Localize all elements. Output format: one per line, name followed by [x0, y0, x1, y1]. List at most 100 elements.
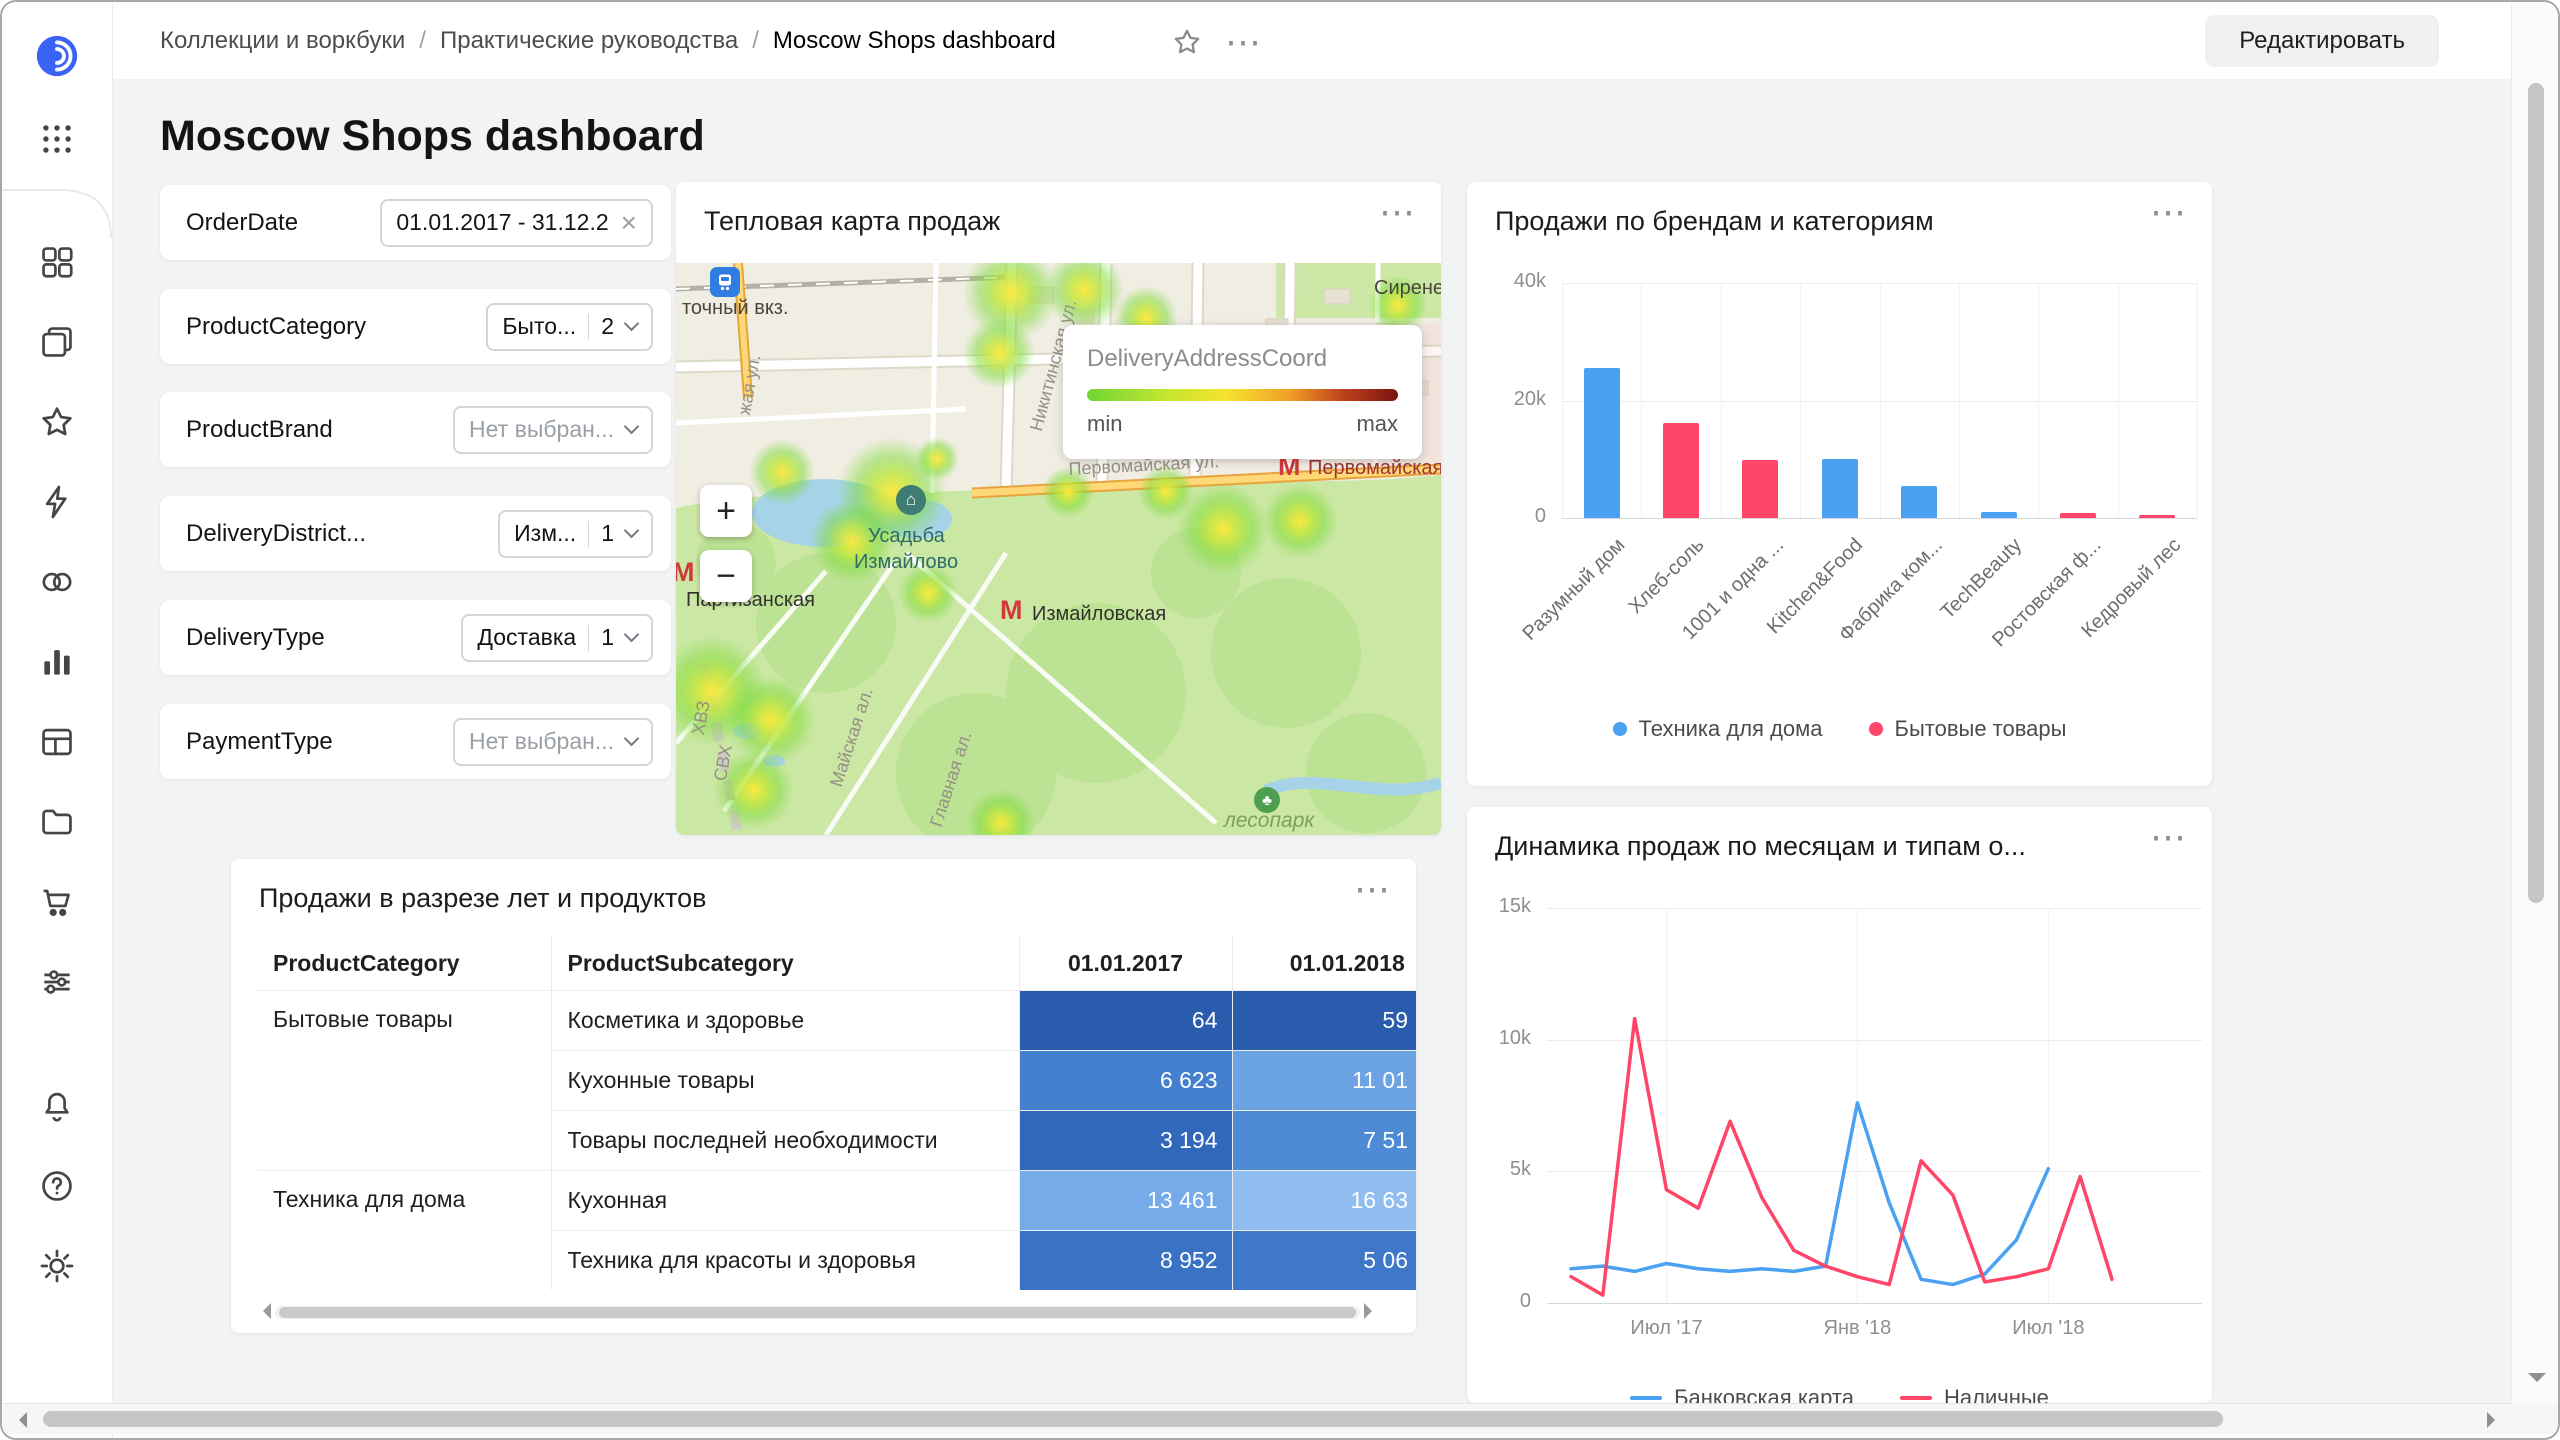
- legend-label: Техника для дома: [1638, 716, 1823, 741]
- filter-delivery-type: DeliveryType Доставка 1: [160, 600, 671, 675]
- filter-product-category: ProductCategory Быто... 2: [160, 289, 671, 364]
- legend-item[interactable]: Банковская карта: [1630, 1385, 1854, 1403]
- bar-segment[interactable]: [1821, 459, 1858, 518]
- dashboards-icon[interactable]: [35, 240, 79, 284]
- pivot-table: ProductCategory ProductSubcategory 01.01.2…: [256, 936, 1416, 1291]
- chart-menu-icon[interactable]: ⋯: [1354, 871, 1392, 907]
- orderdate-value: 01.01.2017 - 31.12.2: [396, 209, 609, 235]
- table-scroll-left-icon[interactable]: [255, 1303, 271, 1319]
- charts-icon[interactable]: [35, 640, 79, 684]
- bar-plot-area: 0 20k 40k Разумный дом Хлеб-соль 1001 и одна …: [1467, 182, 2212, 786]
- preferences-gear-icon[interactable]: [35, 1244, 79, 1288]
- bar-segment[interactable]: [1583, 368, 1620, 518]
- datalens-logo[interactable]: [35, 34, 79, 78]
- zoom-out-button[interactable]: −: [700, 550, 752, 602]
- y-axis-tick: 15k: [1498, 895, 1531, 917]
- notifications-icon[interactable]: [35, 1084, 79, 1128]
- settings-sliders-icon[interactable]: [35, 960, 79, 1004]
- table-scroll-right-icon[interactable]: [1364, 1303, 1380, 1319]
- product-brand-select[interactable]: Нет выбран...: [453, 405, 653, 454]
- select-placeholder: Нет выбран...: [469, 416, 614, 442]
- filter-orderdate: OrderDate 01.01.2017 - 31.12.2 ×: [160, 185, 671, 260]
- delivery-district-select[interactable]: Изм... 1: [498, 509, 653, 558]
- bar-segment[interactable]: [2059, 513, 2096, 518]
- bar-segment[interactable]: [1663, 423, 1700, 518]
- legend-swatch: [1868, 722, 1883, 736]
- value-cell: 64: [1018, 989, 1233, 1051]
- line-series[interactable]: [1569, 1016, 2114, 1297]
- bar-chart-card: Продажи по брендам и категориям ⋯ 0 20k 40…: [1467, 182, 2212, 786]
- divider: [588, 624, 590, 651]
- column-header[interactable]: ProductSubcategory: [550, 936, 1020, 991]
- chart-menu-icon[interactable]: ⋯: [1379, 194, 1417, 230]
- scroll-down-icon[interactable]: [2528, 1373, 2546, 1391]
- bar-segment[interactable]: [1901, 486, 1938, 518]
- subcategory-cell: Техника для красоты и здоровья: [550, 1229, 1020, 1291]
- metro-marker-icon: М: [676, 557, 695, 588]
- delivery-type-select[interactable]: Доставка 1: [461, 613, 653, 662]
- horizontal-scrollbar-thumb[interactable]: [43, 1411, 2223, 1427]
- scroll-left-icon[interactable]: [11, 1412, 27, 1428]
- column-header[interactable]: 01.01.2017: [1018, 936, 1233, 991]
- value-cell: 5 06: [1231, 1229, 1416, 1291]
- edit-button[interactable]: Редактировать: [2205, 15, 2439, 67]
- legend-max: max: [1356, 411, 1398, 436]
- legend-item[interactable]: Наличные: [1899, 1385, 2049, 1403]
- value-cell: 13 461: [1018, 1169, 1233, 1231]
- orderdate-range-input[interactable]: 01.01.2017 - 31.12.2 ×: [380, 198, 653, 247]
- heatmap-card: Тепловая карта продаж ⋯ ⌂ М М ♣ точный в…: [676, 182, 1441, 835]
- scroll-right-icon[interactable]: [2487, 1412, 2503, 1428]
- select-value: Изм...: [514, 520, 577, 546]
- map-label: лесопарк: [1224, 809, 1315, 832]
- legend-min: min: [1087, 411, 1123, 436]
- services-icon[interactable]: [35, 560, 79, 604]
- y-axis-tick: 5k: [1509, 1158, 1531, 1181]
- column-header[interactable]: ProductCategory: [256, 936, 552, 991]
- table-scrollbar-thumb[interactable]: [279, 1307, 1356, 1318]
- chart-menu-icon[interactable]: ⋯: [2150, 194, 2188, 230]
- filter-label: PaymentType: [186, 727, 333, 755]
- map-label: Сиреневый: [1374, 277, 1441, 299]
- connections-icon[interactable]: [35, 480, 79, 524]
- select-placeholder: Нет выбран...: [469, 728, 614, 754]
- payment-type-select[interactable]: Нет выбран...: [453, 717, 653, 766]
- breadcrumb-item[interactable]: Коллекции и воркбуки: [160, 27, 405, 55]
- filter-label: ProductBrand: [186, 415, 333, 443]
- breadcrumb-item[interactable]: Практические руководства: [440, 27, 738, 55]
- product-category-select[interactable]: Быто... 2: [486, 302, 653, 351]
- line-plot-area: 0 5k 10k 15k Июл '17 Янв '18 Июл '18: [1467, 807, 2212, 1403]
- table-scrollbar[interactable]: [275, 1306, 1360, 1319]
- map-canvas[interactable]: ⌂МММ♣ точный вкз.СиреневыйНикитинская ул…: [676, 263, 1441, 835]
- bar-segment[interactable]: [1742, 460, 1779, 518]
- zoom-in-button[interactable]: +: [700, 485, 752, 537]
- help-icon[interactable]: [35, 1164, 79, 1208]
- bar-segment[interactable]: [1980, 512, 2017, 518]
- datasets-icon[interactable]: [35, 720, 79, 764]
- app-window: Коллекции и воркбуки / Практические руково…: [0, 0, 2560, 1440]
- vertical-scrollbar-thumb[interactable]: [2528, 83, 2544, 903]
- vertical-scrollbar[interactable]: [2511, 3, 2558, 1403]
- table-card: Продажи в разрезе лет и продуктов ⋯ Prod…: [231, 859, 1416, 1333]
- y-axis-tick: 40k: [1513, 270, 1546, 292]
- subcategory-cell: Кухонные товары: [550, 1049, 1020, 1111]
- select-value: Доставка: [477, 624, 577, 650]
- selected-count-badge: 1: [601, 624, 614, 650]
- files-icon[interactable]: [35, 800, 79, 844]
- breadcrumb-menu-icon[interactable]: ⋯: [1225, 24, 1263, 60]
- museum-marker-icon: ⌂: [896, 485, 926, 515]
- column-header[interactable]: 01.01.2018: [1231, 936, 1416, 991]
- marketplace-icon[interactable]: [35, 880, 79, 924]
- bar-segment[interactable]: [2139, 515, 2176, 518]
- horizontal-scrollbar[interactable]: [3, 1403, 2511, 1434]
- table-row: Бытовые товары Косметика и здоровье 64 59: [256, 989, 1416, 1171]
- apps-grid-icon[interactable]: [35, 117, 79, 161]
- chart-menu-icon[interactable]: ⋯: [2150, 819, 2188, 855]
- collections-icon[interactable]: [35, 320, 79, 364]
- favorites-icon[interactable]: [35, 400, 79, 444]
- chevron-down-icon: [623, 522, 640, 539]
- legend-item[interactable]: Бытовые товары: [1868, 716, 2066, 742]
- legend-item[interactable]: Техника для дома: [1612, 716, 1823, 742]
- topbar: Коллекции и воркбуки / Практические руково…: [113, 2, 2511, 79]
- clear-icon[interactable]: ×: [621, 208, 637, 237]
- favorite-star-icon[interactable]: [1171, 26, 1203, 58]
